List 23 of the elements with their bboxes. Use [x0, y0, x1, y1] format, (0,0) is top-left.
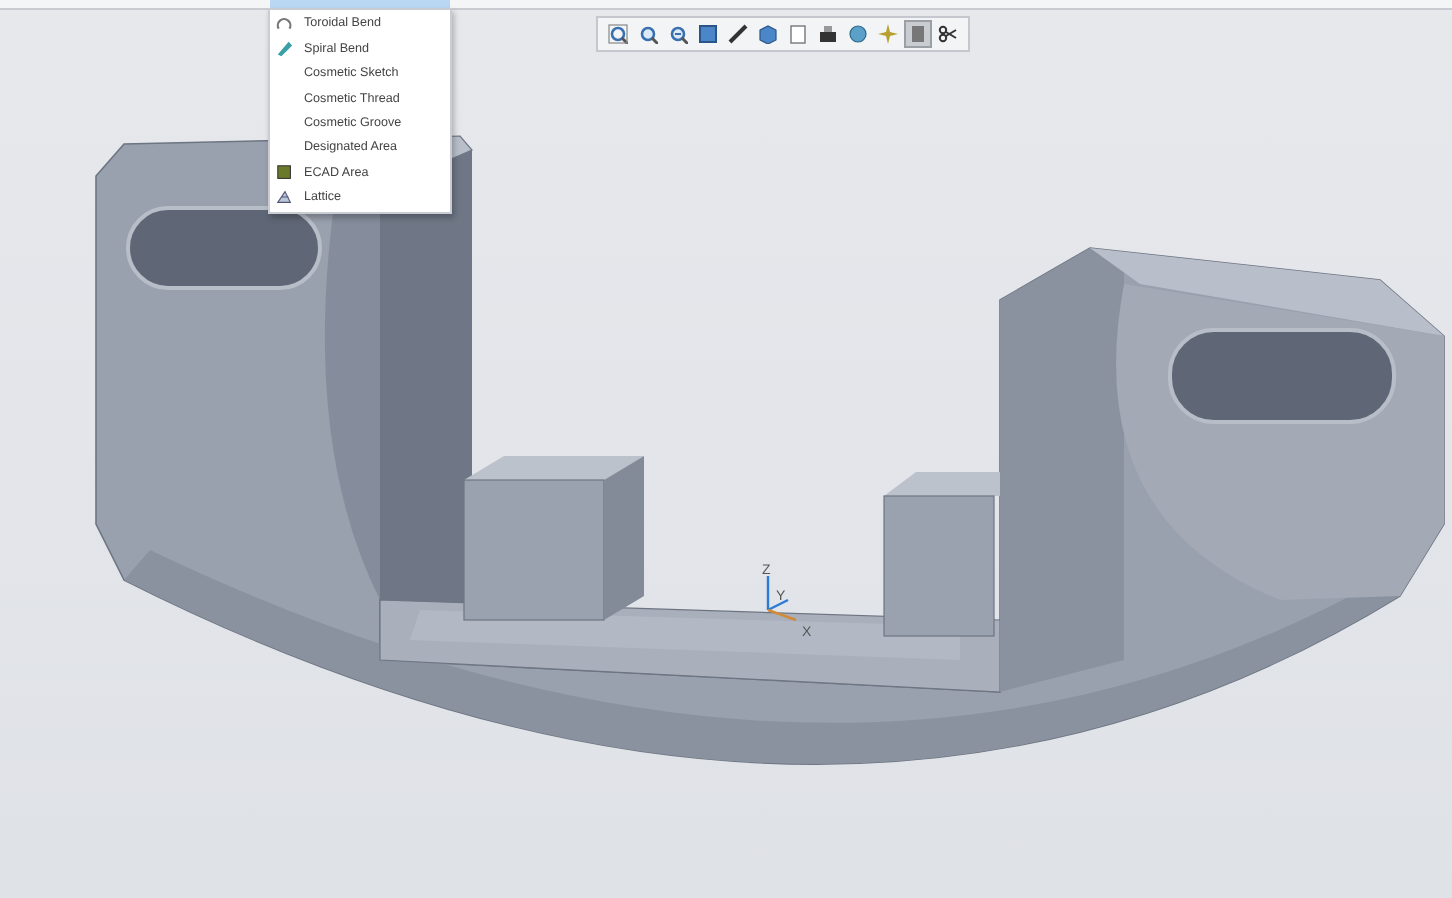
spiral-icon — [276, 40, 294, 59]
chip-icon — [276, 164, 294, 183]
cube-button[interactable] — [754, 20, 782, 48]
zoom-in-icon — [638, 24, 658, 44]
cube-icon — [758, 24, 778, 44]
scissors-button[interactable] — [934, 20, 962, 48]
zoom-out-icon — [668, 24, 688, 44]
scissors-icon — [938, 24, 958, 44]
pen-icon — [728, 24, 748, 44]
printer-icon — [818, 24, 838, 44]
sparkle-icon — [878, 24, 898, 44]
lattice-icon — [276, 188, 294, 207]
pen-button[interactable] — [724, 20, 752, 48]
square-button[interactable] — [694, 20, 722, 48]
arc-icon — [276, 15, 294, 34]
magnifier-button[interactable] — [604, 20, 632, 48]
magnifier-icon — [608, 24, 628, 44]
globe-button[interactable] — [844, 20, 872, 48]
axis-triad-icon — [766, 576, 797, 622]
page-icon — [788, 24, 808, 44]
square-icon — [698, 24, 718, 44]
globe-icon — [848, 24, 868, 44]
printer-button[interactable] — [814, 20, 842, 48]
